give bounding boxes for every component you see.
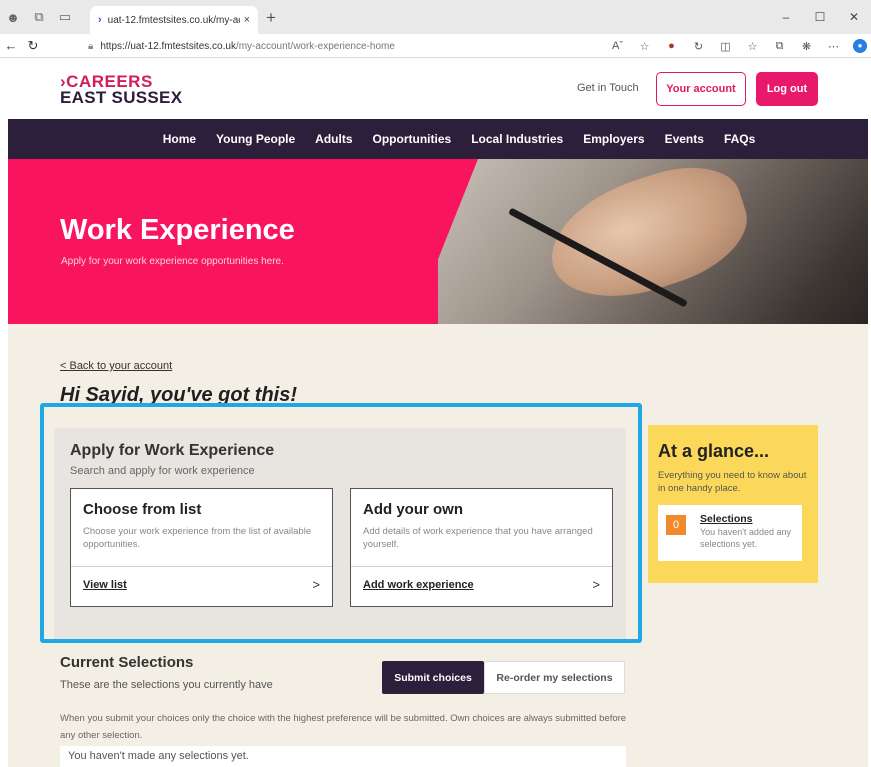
favorites-icon[interactable]: ☆ xyxy=(739,40,766,53)
page-title: Work Experience xyxy=(60,214,295,246)
url-path: /my-account/work-experience-home xyxy=(235,40,395,52)
browser-tab[interactable]: › uat-12.fmtestsites.co.uk/my-acco × xyxy=(90,6,258,34)
lock-icon[interactable]: 🔒︎ xyxy=(88,41,93,52)
favorite-star-icon[interactable]: ☆ xyxy=(631,40,658,53)
url-host: https://uat-12.fmtestsites.co.uk xyxy=(100,40,236,52)
reorder-selections-button[interactable]: Re-order my selections xyxy=(484,661,625,694)
current-selections-subtitle: These are the selections you currently h… xyxy=(60,679,273,691)
minimize-icon[interactable]: – xyxy=(769,0,803,34)
web-page: ›CAREERS EAST SUSSEX Get in Touch Your a… xyxy=(8,58,868,767)
read-aloud-icon[interactable]: Aˇ xyxy=(604,40,631,52)
selections-summary: 0 Selections You haven't added any selec… xyxy=(658,505,802,561)
current-selections-title: Current Selections xyxy=(60,654,194,671)
hero-photo-hand-writing xyxy=(438,159,868,324)
site-header: ›CAREERS EAST SUSSEX Get in Touch Your a… xyxy=(8,58,868,119)
careers-east-sussex-logo[interactable]: ›CAREERS EAST SUSSEX xyxy=(60,73,183,107)
close-tab-icon[interactable]: × xyxy=(244,14,250,26)
nav-item-young-people[interactable]: Young People xyxy=(216,132,295,146)
window-controls: – ☐ ✕ xyxy=(769,0,871,34)
nav-item-home[interactable]: Home xyxy=(163,132,196,146)
new-tab-icon[interactable]: + xyxy=(266,8,276,28)
main-navigation: Home Young People Adults Opportunities L… xyxy=(8,119,868,159)
url-input[interactable]: 🔒︎ https://uat-12.fmtestsites.co.uk /my-… xyxy=(78,36,638,56)
workspaces-icon[interactable]: ⧉ xyxy=(26,0,52,34)
nav-item-employers[interactable]: Employers xyxy=(583,132,644,146)
glance-title: At a glance... xyxy=(658,441,770,461)
your-account-button[interactable]: Your account xyxy=(656,72,746,106)
copilot-icon[interactable]: ❋ xyxy=(793,40,820,53)
split-screen-icon[interactable]: ◫ xyxy=(712,40,739,53)
extension-icon[interactable]: ● xyxy=(658,40,685,52)
maximize-icon[interactable]: ☐ xyxy=(803,0,837,34)
nav-item-opportunities[interactable]: Opportunities xyxy=(373,132,452,146)
at-a-glance-panel: At a glance... Everything you need to kn… xyxy=(648,425,818,583)
nav-item-events[interactable]: Events xyxy=(665,132,704,146)
glance-subtitle: Everything you need to know about in one… xyxy=(658,470,807,494)
collections-icon[interactable]: ⧉ xyxy=(766,40,793,53)
highlight-annotation-box xyxy=(40,403,642,643)
back-arrow-icon[interactable]: ← xyxy=(0,38,22,53)
hero-banner: Work Experience Apply for your work expe… xyxy=(8,159,868,324)
logo-line-2: EAST SUSSEX xyxy=(60,88,183,107)
selections-count-badge: 0 xyxy=(666,515,686,535)
submit-choices-button[interactable]: Submit choices xyxy=(382,661,484,694)
browser-tabbar: ☻ ⧉ ▭ › uat-12.fmtestsites.co.uk/my-acco… xyxy=(0,0,871,34)
submission-notice: When you submit your choices only the ch… xyxy=(60,713,627,741)
page-subtitle: Apply for your work experience opportuni… xyxy=(61,256,284,267)
more-options-icon[interactable]: ⋯ xyxy=(820,40,847,53)
selections-note: You haven't added any selections yet. xyxy=(700,527,791,549)
nav-item-faqs[interactable]: FAQs xyxy=(724,132,755,146)
selections-link[interactable]: Selections xyxy=(700,513,753,525)
address-bar: ← ↻ 🔒︎ https://uat-12.fmtestsites.co.uk … xyxy=(0,34,871,58)
log-out-button[interactable]: Log out xyxy=(756,72,818,106)
tab-title: uat-12.fmtestsites.co.uk/my-acco xyxy=(107,14,240,26)
empty-selections-message: You haven't made any selections yet. xyxy=(60,746,626,767)
get-in-touch-link[interactable]: Get in Touch xyxy=(577,82,639,94)
refresh-extension-icon[interactable]: ↻ xyxy=(685,40,712,53)
tab-actions-icon[interactable]: ▭ xyxy=(52,0,78,34)
refresh-icon[interactable]: ↻ xyxy=(22,38,44,54)
edge-sidebar-icon[interactable]: ● xyxy=(853,39,867,53)
profile-icon[interactable]: ☻ xyxy=(0,0,26,34)
back-to-account-link[interactable]: < Back to your account xyxy=(60,360,172,372)
browser-toolbar-icons: Aˇ ☆ ● ↻ ◫ ☆ ⧉ ❋ ⋯ ● xyxy=(604,34,871,58)
nav-item-local-industries[interactable]: Local Industries xyxy=(471,132,563,146)
close-window-icon[interactable]: ✕ xyxy=(837,0,871,34)
nav-item-adults[interactable]: Adults xyxy=(315,132,352,146)
site-favicon-icon: › xyxy=(98,14,102,26)
